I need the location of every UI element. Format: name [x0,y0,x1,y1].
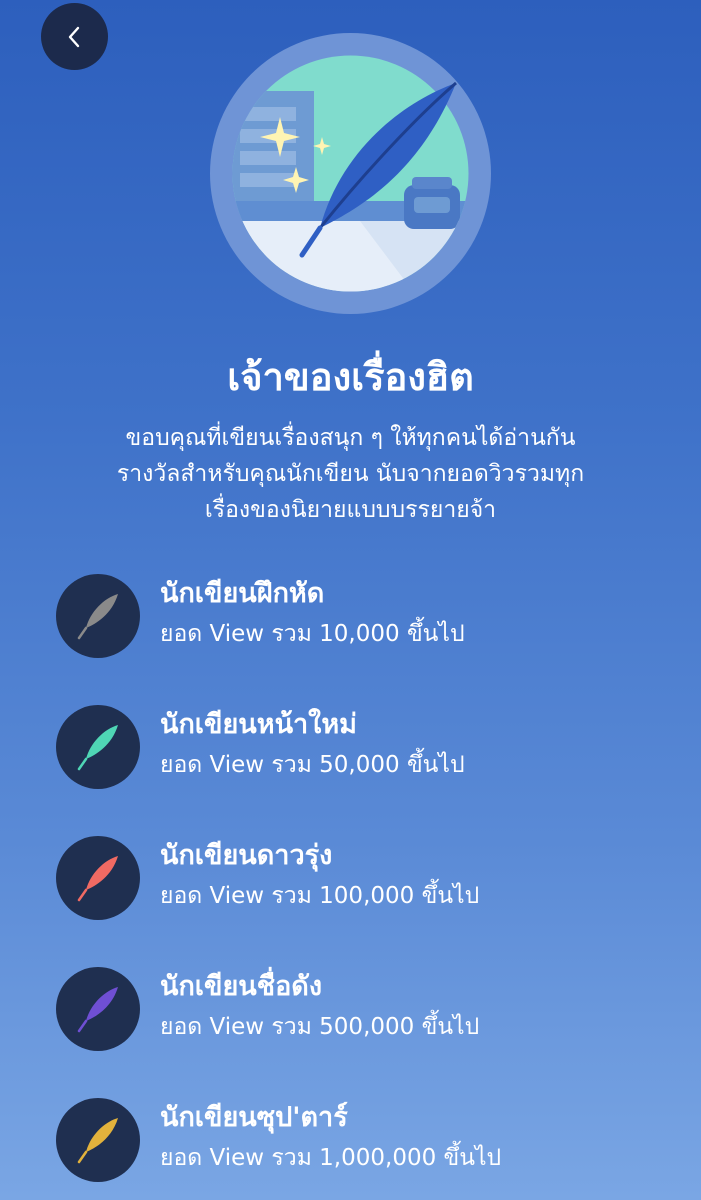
tier-requirement: ยอด View รวม 50,000 ขึ้นไป [160,752,465,778]
feather-icon [77,856,118,902]
feather-icon [77,1118,118,1164]
tier-name: นักเขียนชื่อดัง [160,971,323,1002]
tier-badge [56,1098,140,1182]
tier-item-superstar: นักเขียนซุป'ตาร์ ยอด View รวม 1,000,000 … [56,1098,656,1188]
tier-badge [56,967,140,1051]
tier-requirement: ยอด View รวม 10,000 ขึ้นไป [160,621,465,647]
tier-name: นักเขียนฝึกหัด [160,578,325,609]
feather-icon [77,725,118,771]
tier-badge [56,574,140,658]
tier-item-rising-star: นักเขียนดาวรุ่ง ยอด View รวม 100,000 ขึ้… [56,836,656,926]
tier-name: นักเขียนหน้าใหม่ [160,709,357,740]
tier-item-famous: นักเขียนชื่อดัง ยอด View รวม 500,000 ขึ้… [56,967,656,1057]
tier-badge [56,705,140,789]
tier-requirement: ยอด View รวม 500,000 ขึ้นไป [160,1014,480,1040]
tier-badge [56,836,140,920]
tier-name: นักเขียนซุป'ตาร์ [160,1102,348,1133]
tier-item-trainee: นักเขียนฝึกหัด ยอด View รวม 10,000 ขึ้นไ… [56,574,656,664]
tier-requirement: ยอด View รวม 100,000 ขึ้นไป [160,883,480,909]
feather-icon [77,594,118,640]
feather-icon [77,987,118,1033]
tier-name: นักเขียนดาวรุ่ง [160,840,333,871]
tier-requirement: ยอด View รวม 1,000,000 ขึ้นไป [160,1145,502,1171]
tier-item-newcomer: นักเขียนหน้าใหม่ ยอด View รวม 50,000 ขึ้… [56,705,656,795]
tier-list: นักเขียนฝึกหัด ยอด View รวม 10,000 ขึ้นไ… [0,0,701,1200]
